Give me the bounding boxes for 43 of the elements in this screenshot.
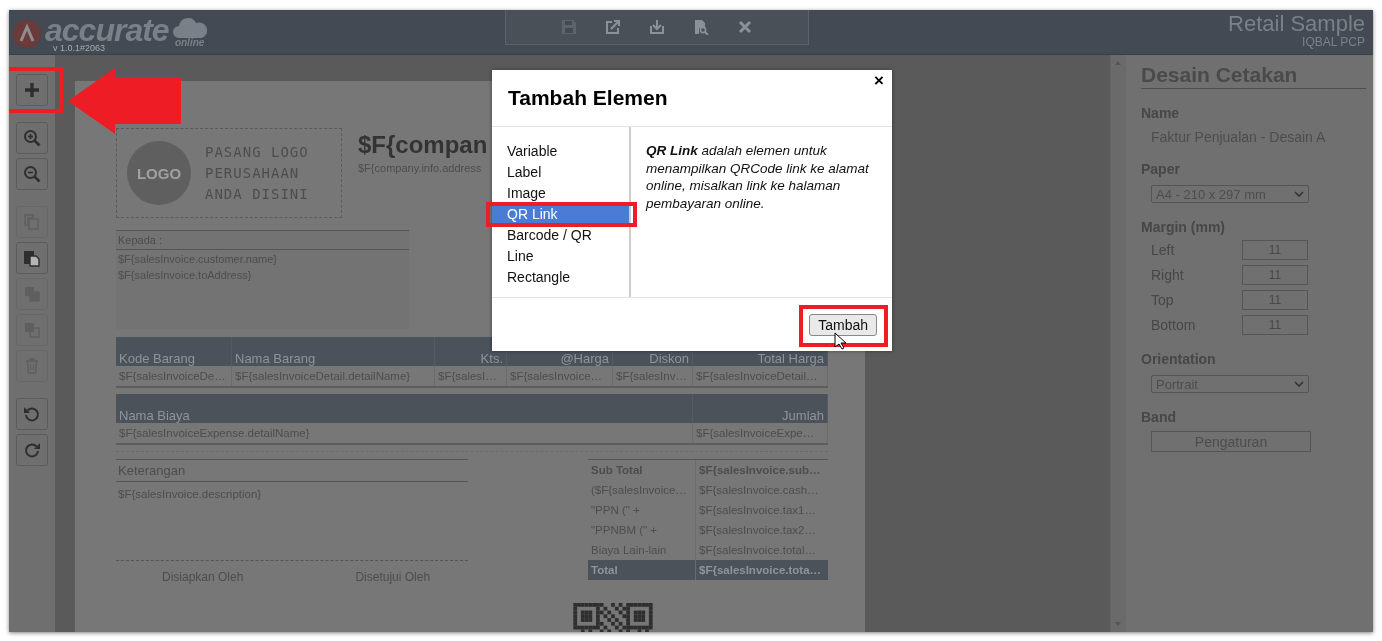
element-type-item[interactable]: Variable <box>492 143 629 160</box>
logo-badge: LOGO <box>127 141 191 205</box>
company-title-field: $F{compan <box>358 128 488 162</box>
element-type-item[interactable]: Line <box>492 248 629 265</box>
export-icon <box>605 19 621 35</box>
plus-icon <box>23 81 41 99</box>
close-icon <box>737 19 753 35</box>
undo-icon <box>23 405 41 423</box>
element-description: QR Link adalah elemen untuk menampilkan QRCode link ke alamat online, misalkan link ke halaman pembayaran online. <box>644 142 870 213</box>
zoom-in-icon <box>23 129 41 147</box>
cloud-icon <box>171 17 208 39</box>
total-label: Total <box>588 560 696 580</box>
scrollbar[interactable] <box>1110 55 1126 632</box>
zoom-out-icon <box>23 165 41 183</box>
element-type-item[interactable]: QR Link <box>492 206 629 223</box>
zoom-out-button[interactable] <box>16 158 48 190</box>
column-header: Nama Biaya <box>116 394 693 423</box>
paste-button[interactable] <box>16 242 48 274</box>
redo-icon <box>23 441 41 459</box>
redo-button[interactable] <box>16 434 48 466</box>
element-type-item[interactable]: Label <box>492 164 629 181</box>
column-header: Jumlah <box>693 394 828 423</box>
zoom-in-button[interactable] <box>16 122 48 154</box>
dialog-title: Tambah Elemen <box>508 86 668 110</box>
document-search-icon <box>693 19 709 35</box>
element-type-item[interactable]: Barcode / QR <box>492 227 629 244</box>
column-header: Kode Barang <box>116 337 232 366</box>
download-icon <box>649 19 665 35</box>
save-icon <box>561 19 577 35</box>
total-field: $F{salesInvoice.tota… <box>696 560 828 580</box>
element-type-item[interactable]: Rectangle <box>492 269 629 286</box>
paste-icon <box>23 249 41 267</box>
chevron-down-icon <box>1294 381 1304 387</box>
qr-code-icon <box>573 603 653 632</box>
add-button[interactable]: Tambah <box>809 313 877 336</box>
undo-button[interactable] <box>16 398 48 430</box>
element-type-item[interactable]: Image <box>492 185 629 202</box>
app-logo-icon <box>12 18 42 49</box>
app-version: v 1.0.1#2063 <box>53 44 107 53</box>
close-button[interactable]: × <box>872 72 886 90</box>
add-button[interactable] <box>16 74 48 106</box>
chevron-down-icon <box>1294 191 1304 197</box>
column-header: Nama Barang <box>232 337 435 366</box>
